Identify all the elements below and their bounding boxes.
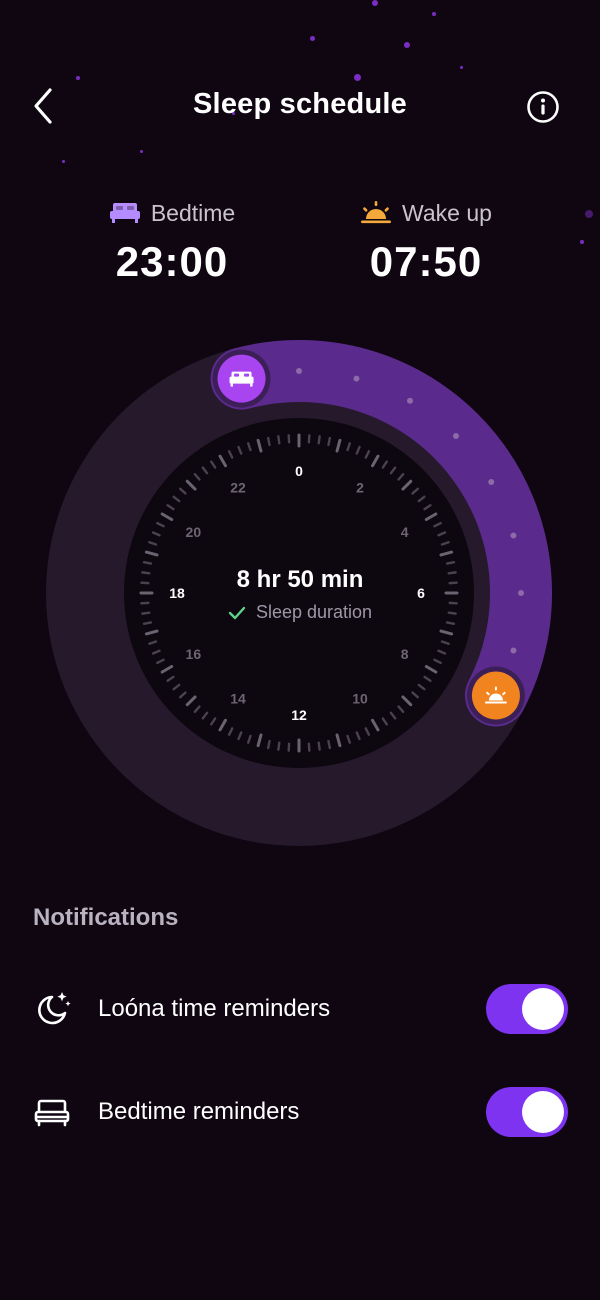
duration-summary: 8 hr 50 min Sleep duration [150,566,450,623]
dial-hour-label: 8 [401,646,409,662]
arc-hour-dot [518,590,524,596]
header: Sleep schedule [0,70,600,142]
info-button[interactable] [526,90,560,124]
notifications-heading: Notifications [33,904,179,931]
wakeup-block[interactable]: Wake up 07:50 [296,196,556,286]
moon-stars-icon [38,992,71,1025]
bed-icon [109,203,140,223]
dial-hour-label: 16 [186,646,202,662]
arc-hour-dot [510,532,517,539]
dial-tick [277,435,281,445]
dial-tick [327,436,332,447]
dial-hour-label: 22 [230,479,246,495]
dial-hour-label: 2 [356,479,364,495]
dial-hour-label: 12 [291,707,307,723]
arc-hour-dot [452,433,459,440]
dial-tick [445,560,456,565]
notification-row-loona-reminders: Loóna time reminders [0,979,600,1039]
arc-hour-dot [510,647,517,654]
sunrise-icon [361,201,392,224]
dial-hour-label: 0 [295,463,303,479]
dial-hour-label: 4 [401,524,409,540]
dial-tick [266,739,271,750]
wakeup-label: Wake up [402,199,492,226]
wakeup-handle[interactable] [466,666,525,725]
notification-label: Bedtime reminders [98,1098,300,1125]
page-title: Sleep schedule [193,88,407,120]
dial-hour-label: 20 [186,524,202,540]
dial-tick [317,741,321,751]
sleep-duration-caption: Sleep duration [255,602,373,622]
dial-tick [317,435,321,445]
sleep-duration-value: 8 hr 50 min [236,566,364,593]
bed-icon [34,1099,70,1127]
dial-tick [277,741,281,751]
bedtime-reminders-toggle[interactable] [486,1087,568,1137]
bedtime-value: 23:00 [115,238,229,285]
dial-tick [142,560,153,565]
toggle-knob [522,1091,564,1133]
loona-reminders-toggle[interactable] [486,984,568,1034]
dial-tick [266,436,271,447]
arc-hour-dot [353,375,360,382]
notification-row-bedtime-reminders: Bedtime reminders [0,1082,600,1142]
notification-label: Loóna time reminders [98,995,331,1022]
wakeup-value: 07:50 [369,238,483,285]
bedtime-handle[interactable] [212,349,271,408]
arc-hour-dot [407,397,413,404]
dial-hour-label: 14 [230,691,246,707]
bedtime-block[interactable]: Bedtime 23:00 [42,196,302,286]
dial-tick [141,571,151,575]
arc-hour-dot [488,479,495,485]
dial-tick [327,739,332,750]
arc-hour-dot [296,368,302,374]
check-icon [228,606,246,619]
toggle-knob [522,988,564,1030]
dial-tick [141,611,151,615]
schedule-times: Bedtime 23:00 Wake up 07:50 [0,196,600,296]
bedtime-label: Bedtime [150,199,236,226]
dial-hour-label: 10 [352,691,368,707]
info-icon [527,91,559,123]
